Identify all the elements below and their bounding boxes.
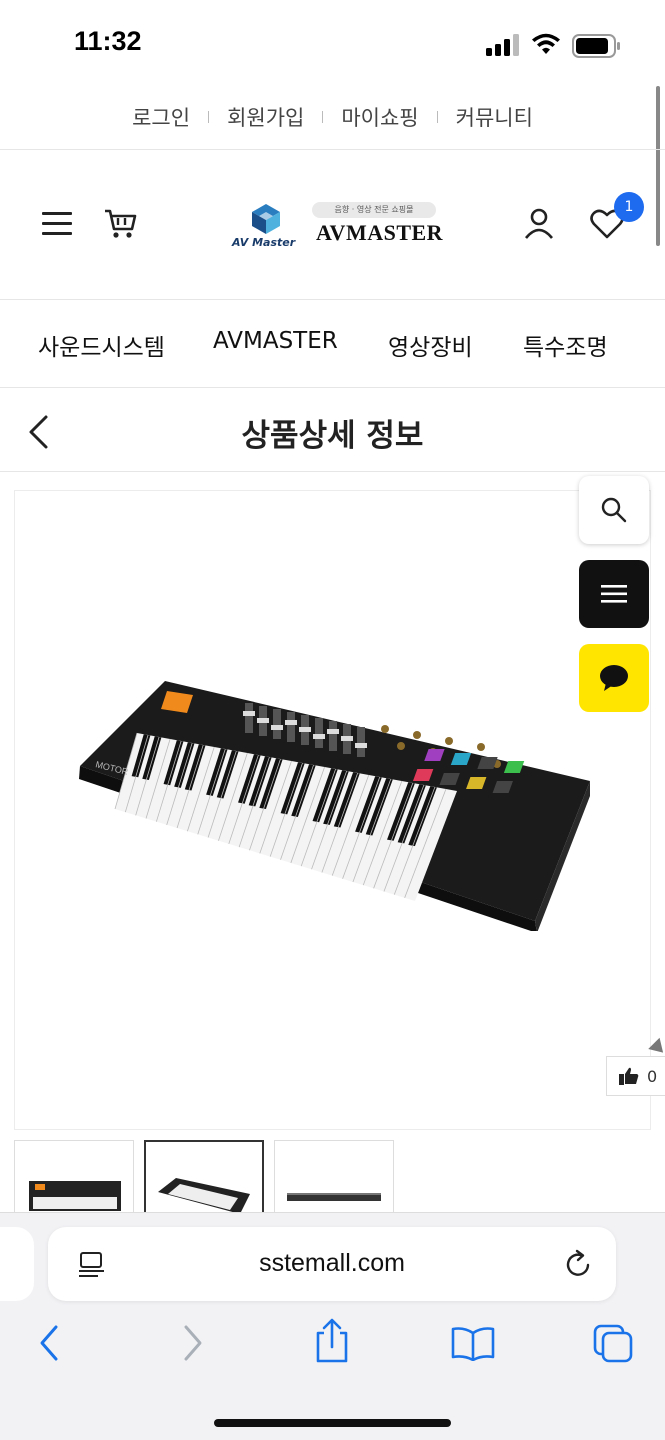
user-icon[interactable] [524,208,554,240]
fader [329,721,337,751]
knob [381,725,389,733]
wishlist-count-badge: 1 [614,192,644,222]
url-text: sstemall.com [259,1249,405,1277]
signup-link[interactable]: 회원가입 [209,102,322,132]
site-header: AV Master 음향 · 영상 전문 쇼핑몰 AVMASTER 1 [0,150,665,300]
thumbnail-1[interactable] [14,1140,134,1215]
community-link[interactable]: 커뮤니티 [438,102,551,132]
category-video-equipment[interactable]: 영상장비 [388,328,473,362]
login-link[interactable]: 로그인 [114,102,208,132]
site-logo[interactable]: AV Master 음향 · 영상 전문 쇼핑몰 AVMASTER [230,202,445,252]
floating-search-button[interactable] [579,476,649,544]
status-time: 11:32 [74,26,142,56]
address-bar[interactable]: sstemall.com [48,1227,616,1301]
thumbnail-image [287,1193,381,1201]
knob [397,742,405,750]
previous-tab-preview[interactable] [0,1227,34,1301]
logo-tagline: 음향 · 영상 전문 쇼핑몰 [312,202,436,218]
knob [413,731,421,739]
fader-cap [285,720,297,725]
fader-cap [243,711,255,716]
fader-cap [313,734,325,739]
battery-icon [572,34,620,58]
category-avmaster[interactable]: AVMASTER [213,328,338,354]
page-title: 상품상세 정보 [241,418,424,454]
category-sound-system[interactable]: 사운드시스템 [38,328,165,362]
like-button[interactable]: 0 [606,1056,665,1096]
fader-cap [341,736,353,741]
floating-chat-button[interactable] [579,644,649,712]
cart-icon[interactable] [104,208,138,240]
hamburger-menu-icon[interactable] [42,212,72,236]
like-count: 0 [647,1066,658,1086]
logo-small-text: AV Master [232,236,296,249]
thumbnail-strip [14,1140,665,1215]
wifi-icon [532,33,560,54]
back-icon[interactable] [36,1323,62,1363]
page-title-bar: 상품상세 정보 [0,388,665,472]
fader [287,712,295,742]
logo-mark-icon [252,204,280,234]
category-nav: 사운드시스템 AVMASTER 영상장비 특수조명 [0,300,665,388]
fader-cap [327,729,339,734]
reload-icon[interactable] [564,1249,594,1279]
fader-cap [257,718,269,723]
knob [477,743,485,751]
fader-cap [271,725,283,730]
fader [315,718,323,748]
tabs-icon[interactable] [592,1323,634,1363]
thumbnail-2[interactable] [144,1140,264,1215]
thumbnail-image [29,1181,121,1211]
search-icon [601,497,627,523]
my-shopping-link[interactable]: 마이쇼핑 [323,102,436,132]
thumbs-up-icon [619,1067,639,1085]
forward-icon[interactable] [180,1323,206,1363]
fader-cap [299,727,311,732]
share-icon[interactable] [314,1317,350,1365]
fader [273,709,281,739]
fader [357,727,365,757]
menu-icon [601,585,627,603]
status-bar: 11:32 [0,0,665,84]
logo-text: AVMASTER [316,220,444,245]
thumbnail-3[interactable] [274,1140,394,1215]
floating-menu-button[interactable] [579,560,649,628]
knob [445,737,453,745]
midi-keyboard-image: MOTOR [79,681,590,931]
top-links: 로그인 회원가입 마이쇼핑 커뮤니티 [0,84,665,150]
cellular-signal-icon [486,34,519,56]
chat-bubble-icon [600,665,628,691]
product-main-image[interactable]: MOTOR [14,490,651,1130]
category-special-lighting[interactable]: 특수조명 [523,328,608,362]
browser-toolbar: sstemall.com [0,1212,665,1440]
fader-cap [355,743,367,748]
home-indicator [214,1419,451,1427]
fader [245,703,253,733]
thumbnail-image [158,1178,250,1214]
bookmarks-icon[interactable] [450,1325,496,1361]
